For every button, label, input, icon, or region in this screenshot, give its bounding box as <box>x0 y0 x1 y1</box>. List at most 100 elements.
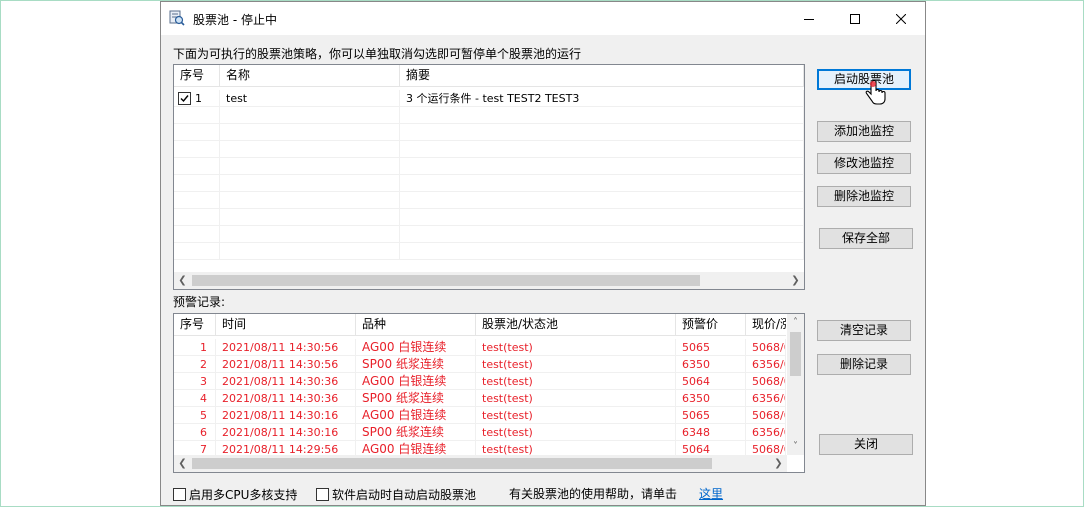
chevron-left-icon[interactable]: ❮ <box>174 272 191 289</box>
alert-list[interactable]: 序号 时间 品种 股票池/状态池 预警价 现价/涨 1 2021/08/11 1… <box>173 313 805 473</box>
table-row[interactable]: 3 2021/08/11 14:30:36 AG00 白银连续 test(tes… <box>174 373 786 390</box>
delete-monitor-button[interactable]: 删除池监控 <box>817 186 911 207</box>
col-current[interactable]: 现价/涨 <box>746 314 786 336</box>
pool-list[interactable]: 序号 名称 摘要 1 test 3 个运行条件 - test TEST2 TES… <box>173 64 805 290</box>
close-window-button[interactable] <box>878 2 924 35</box>
title-bar: 股票池 - 停止中 <box>161 2 925 35</box>
alert-current: 6356/0 <box>746 390 786 407</box>
col-symbol[interactable]: 品种 <box>356 314 476 336</box>
empty-row <box>174 158 804 175</box>
scroll-thumb[interactable] <box>192 275 700 286</box>
alert-current: 6356/0 <box>746 424 786 441</box>
col-alert-price[interactable]: 预警价 <box>676 314 746 336</box>
stock-pool-window: 股票池 - 停止中 下面为可执行的股票池策略，你可以单独取消勾选即可暂停单个股票… <box>160 1 926 506</box>
col-name[interactable]: 名称 <box>220 65 400 87</box>
maximize-button[interactable] <box>832 2 878 35</box>
alert-price: 6348 <box>676 424 746 441</box>
alert-symbol: SP00 纸浆连续 <box>356 390 476 407</box>
stock-pool-app-icon <box>169 10 185 26</box>
checkbox-unchecked-icon[interactable] <box>316 488 329 501</box>
alert-current: 5068/0 <box>746 339 786 356</box>
checkbox-unchecked-icon[interactable] <box>173 488 186 501</box>
alert-pool: test(test) <box>476 390 676 407</box>
alert-time: 2021/08/11 14:30:36 <box>216 390 356 407</box>
col-time[interactable]: 时间 <box>216 314 356 336</box>
clear-records-button[interactable]: 清空记录 <box>817 320 911 341</box>
alert-current: 6356/0 <box>746 356 786 373</box>
alert-list-hscrollbar[interactable]: ❮ ❯ <box>174 455 787 472</box>
alert-pool: test(test) <box>476 356 676 373</box>
alert-pool: test(test) <box>476 424 676 441</box>
table-row[interactable]: 1 test 3 个运行条件 - test TEST2 TEST3 <box>174 90 804 107</box>
pool-list-header: 序号 名称 摘要 <box>174 65 804 87</box>
pool-list-hscrollbar[interactable]: ❮ ❯ <box>174 272 804 289</box>
auto-start-option[interactable]: 软件启动时自动启动股票池 <box>316 486 476 503</box>
modify-monitor-button[interactable]: 修改池监控 <box>817 153 911 174</box>
delete-records-button[interactable]: 删除记录 <box>817 354 911 375</box>
alert-symbol: SP00 纸浆连续 <box>356 356 476 373</box>
auto-start-label: 软件启动时自动启动股票池 <box>332 488 477 502</box>
pool-index: 1 <box>195 91 202 105</box>
chevron-down-icon[interactable]: ˅ <box>787 438 804 455</box>
alert-list-header: 序号 时间 品种 股票池/状态池 预警价 现价/涨 <box>174 314 786 336</box>
col-index[interactable]: 序号 <box>174 314 216 336</box>
empty-row <box>174 175 804 192</box>
alert-symbol: SP00 纸浆连续 <box>356 424 476 441</box>
alert-symbol: AG00 白银连续 <box>356 373 476 390</box>
table-row[interactable]: 4 2021/08/11 14:30:36 SP00 纸浆连续 test(tes… <box>174 390 786 407</box>
alert-price: 6350 <box>676 390 746 407</box>
alert-price: 5065 <box>676 339 746 356</box>
pool-summary: 3 个运行条件 - test TEST2 TEST3 <box>400 90 804 107</box>
table-row[interactable]: 1 2021/08/11 14:30:56 AG00 白银连续 test(tes… <box>174 339 786 356</box>
alert-time: 2021/08/11 14:30:16 <box>216 424 356 441</box>
scroll-thumb[interactable] <box>790 332 801 376</box>
empty-row <box>174 243 804 260</box>
window-title: 股票池 - 停止中 <box>193 13 277 27</box>
minimize-icon <box>804 18 814 20</box>
alert-time: 2021/08/11 14:30:16 <box>216 407 356 424</box>
help-link[interactable]: 这里 <box>699 485 723 502</box>
alert-pool: test(test) <box>476 407 676 424</box>
alert-pool: test(test) <box>476 339 676 356</box>
alert-current: 5068/0 <box>746 373 786 390</box>
table-row[interactable]: 6 2021/08/11 14:30:16 SP00 纸浆连续 test(tes… <box>174 424 786 441</box>
alert-current: 5068/0 <box>746 407 786 424</box>
close-button[interactable]: 关闭 <box>819 434 913 455</box>
table-row[interactable]: 5 2021/08/11 14:30:16 AG00 白银连续 test(tes… <box>174 407 786 424</box>
alert-symbol: AG00 白银连续 <box>356 407 476 424</box>
col-summary[interactable]: 摘要 <box>400 65 804 87</box>
alert-pool: test(test) <box>476 373 676 390</box>
minimize-button[interactable] <box>786 2 832 35</box>
alert-records-label: 预警记录: <box>173 295 226 309</box>
chevron-up-icon[interactable]: ˄ <box>787 314 804 331</box>
alert-index: 1 <box>174 339 216 356</box>
maximize-icon <box>850 13 860 24</box>
empty-row <box>174 192 804 209</box>
alert-price: 5065 <box>676 407 746 424</box>
multi-cpu-option[interactable]: 启用多CPU多核支持 <box>173 486 297 503</box>
add-monitor-button[interactable]: 添加池监控 <box>817 121 911 142</box>
alert-time: 2021/08/11 14:30:56 <box>216 339 356 356</box>
chevron-left-icon[interactable]: ❮ <box>174 455 191 472</box>
help-text: 有关股票池的使用帮助，请单击 <box>509 487 678 501</box>
empty-row <box>174 141 804 158</box>
multi-cpu-label: 启用多CPU多核支持 <box>189 488 298 502</box>
alert-price: 6350 <box>676 356 746 373</box>
close-icon <box>896 13 906 24</box>
col-index[interactable]: 序号 <box>174 65 220 87</box>
alert-index: 3 <box>174 373 216 390</box>
table-row[interactable]: 2 2021/08/11 14:30:56 SP00 纸浆连续 test(tes… <box>174 356 786 373</box>
alert-index: 5 <box>174 407 216 424</box>
col-pool[interactable]: 股票池/状态池 <box>476 314 676 336</box>
alert-time: 2021/08/11 14:30:56 <box>216 356 356 373</box>
empty-row <box>174 209 804 226</box>
save-all-button[interactable]: 保存全部 <box>819 228 913 249</box>
alert-list-vscrollbar[interactable]: ˄ ˅ <box>787 314 804 455</box>
scroll-thumb[interactable] <box>192 458 712 469</box>
empty-row <box>174 226 804 243</box>
chevron-right-icon[interactable]: ❯ <box>770 455 787 472</box>
chevron-right-icon[interactable]: ❯ <box>787 272 804 289</box>
alert-index: 2 <box>174 356 216 373</box>
start-pool-button[interactable]: 启动股票池 <box>817 69 911 90</box>
checkbox-checked-icon[interactable] <box>178 91 191 105</box>
